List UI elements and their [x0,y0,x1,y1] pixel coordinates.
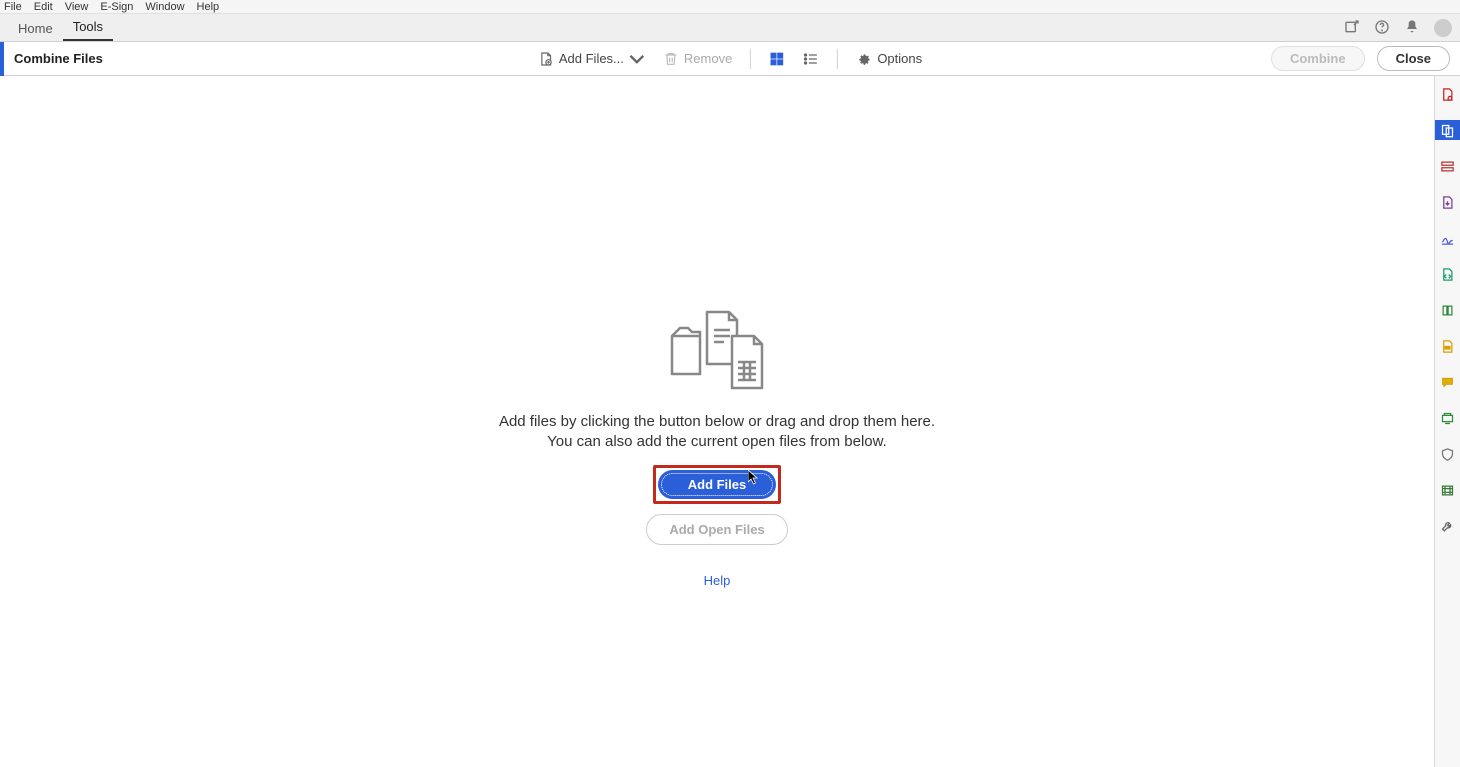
export-icon [1440,195,1455,210]
tool-sign[interactable] [1435,228,1460,248]
remove-label: Remove [684,51,732,66]
list-icon [803,51,819,67]
add-files-dropdown[interactable]: Add Files... [534,47,649,71]
add-file-icon [538,51,554,67]
redact-icon [1440,339,1455,354]
right-tool-sidebar [1434,76,1460,767]
tab-tools[interactable]: Tools [63,13,113,41]
organize-icon [1440,267,1455,282]
tool-create-pdf[interactable] [1435,84,1460,104]
tool-compress[interactable] [1435,300,1460,320]
menu-window[interactable]: Window [145,1,184,13]
tool-scan[interactable] [1435,408,1460,428]
page-title: Combine Files [4,51,113,66]
menu-edit[interactable]: Edit [34,1,53,13]
tool-redact[interactable] [1435,336,1460,356]
files-illustration-icon [662,306,772,394]
comment-icon [1440,375,1455,390]
content-area[interactable]: Add files by clicking the button below o… [0,76,1434,767]
add-open-files-button[interactable]: Add Open Files [646,514,787,545]
tool-organize[interactable] [1435,264,1460,284]
toolbar: Combine Files Add Files... Remove Option… [0,42,1460,76]
gear-icon [856,51,872,67]
separator [750,49,751,69]
tabbar: Home Tools [0,14,1460,42]
tool-media[interactable] [1435,480,1460,500]
bell-icon[interactable] [1404,19,1420,38]
combine-button[interactable]: Combine [1271,46,1365,71]
options-label: Options [877,51,922,66]
list-view-button[interactable] [799,47,823,71]
tab-home[interactable]: Home [8,15,63,41]
chevron-down-icon [629,51,645,67]
combine-icon [1440,123,1455,138]
share-icon[interactable] [1344,19,1360,38]
separator [837,49,838,69]
media-icon [1440,483,1455,498]
avatar-icon[interactable] [1434,19,1452,37]
options-button[interactable]: Options [852,47,926,71]
tool-export-pdf[interactable] [1435,192,1460,212]
remove-button[interactable]: Remove [659,47,736,71]
menubar: File Edit View E-Sign Window Help [0,0,1460,14]
menu-view[interactable]: View [65,1,89,13]
grid-view-button[interactable] [765,47,789,71]
shield-icon [1440,447,1455,462]
compress-icon [1440,303,1455,318]
tool-combine-files[interactable] [1435,120,1460,140]
highlight-annotation: Add Files [653,465,782,504]
tool-protect[interactable] [1435,444,1460,464]
tool-edit-pdf[interactable] [1435,156,1460,176]
trash-icon [663,51,679,67]
add-files-button[interactable]: Add Files [658,470,777,499]
menu-help[interactable]: Help [197,1,220,13]
empty-text-line2: You can also add the current open files … [547,432,887,452]
scan-icon [1440,411,1455,426]
close-button[interactable]: Close [1377,46,1450,71]
help-link[interactable]: Help [704,573,731,588]
tool-comment[interactable] [1435,372,1460,392]
wrench-icon [1440,519,1455,534]
tool-more[interactable] [1435,516,1460,536]
edit-icon [1440,159,1455,174]
create-pdf-icon [1440,87,1455,102]
help-icon[interactable] [1374,19,1390,38]
empty-state: Add files by clicking the button below o… [499,306,935,588]
add-files-label: Add Files... [559,51,624,66]
sign-icon [1440,231,1455,246]
empty-text-line1: Add files by clicking the button below o… [499,412,935,432]
menu-file[interactable]: File [4,1,22,13]
grid-icon [769,51,785,67]
menu-esign[interactable]: E-Sign [100,1,133,13]
